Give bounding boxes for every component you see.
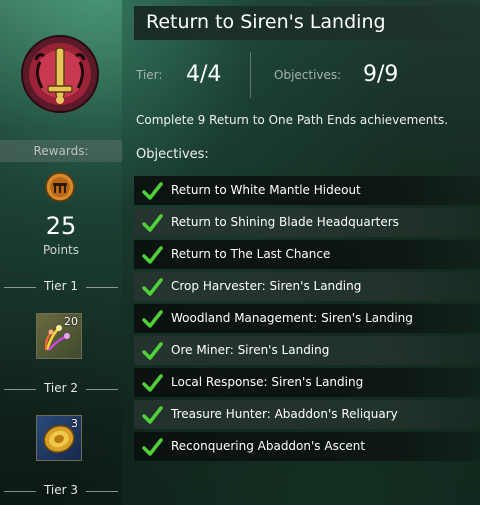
objectives-stat-label: Objectives: xyxy=(274,68,342,82)
objective-label: Local Response: Siren's Landing xyxy=(171,375,364,389)
objective-row: Crop Harvester: Siren's Landing xyxy=(134,272,480,301)
tier-3-label: Tier 3 xyxy=(0,483,122,497)
objective-label: Ore Miner: Siren's Landing xyxy=(171,343,330,357)
objective-row: Return to Shining Blade Headquarters xyxy=(134,208,480,237)
objective-label: Reconquering Abaddon's Ascent xyxy=(171,439,366,453)
achievement-description: Complete 9 Return to One Path Ends achie… xyxy=(136,113,449,127)
tier-2-reward[interactable]: 3 xyxy=(36,415,82,461)
tier-1-reward[interactable]: 20 xyxy=(36,313,82,359)
objective-row: Reconquering Abaddon's Ascent xyxy=(134,432,480,461)
checkmark-icon xyxy=(142,310,163,328)
objective-row: Local Response: Siren's Landing xyxy=(134,368,480,397)
objectives-list: Return to White Mantle Hideout Return to… xyxy=(134,176,480,464)
rewards-column: Rewards: 25 Points Tier 1 20 Tier 2 3 Ti… xyxy=(0,0,122,505)
tier-2-label: Tier 2 xyxy=(0,381,122,395)
points-label: Points xyxy=(42,243,80,257)
objective-row: Woodland Management: Siren's Landing xyxy=(134,304,480,333)
objective-label: Return to Shining Blade Headquarters xyxy=(171,215,399,229)
checkmark-icon xyxy=(142,214,163,232)
tier-3-text: Tier 3 xyxy=(43,483,79,497)
tier-stat-label: Tier: xyxy=(136,68,163,82)
checkmark-icon xyxy=(142,406,163,424)
tier-2-text: Tier 2 xyxy=(43,381,79,395)
objective-row: Return to White Mantle Hideout xyxy=(134,176,480,205)
checkmark-icon xyxy=(142,182,163,200)
tier-1-label: Tier 1 xyxy=(0,279,122,293)
objective-label: Crop Harvester: Siren's Landing xyxy=(171,279,362,293)
points-value: 25 xyxy=(45,212,77,240)
achievement-title: Return to Siren's Landing xyxy=(146,11,386,33)
objective-label: Return to The Last Chance xyxy=(171,247,331,261)
tier-2-reward-count: 3 xyxy=(71,417,78,430)
checkmark-icon xyxy=(142,374,163,392)
objective-label: Treasure Hunter: Abaddon's Reliquary xyxy=(171,407,398,421)
achievement-points-icon xyxy=(45,172,75,202)
tier-1-reward-count: 20 xyxy=(64,315,78,328)
checkmark-icon xyxy=(142,438,163,456)
rewards-label: Rewards: xyxy=(0,140,122,162)
objective-row: Ore Miner: Siren's Landing xyxy=(134,336,480,365)
checkmark-icon xyxy=(142,342,163,360)
objective-row: Return to The Last Chance xyxy=(134,240,480,269)
objectives-heading: Objectives: xyxy=(136,147,209,162)
title-bar: Return to Siren's Landing xyxy=(134,6,480,40)
achievement-emblem-icon xyxy=(21,35,99,113)
tier-stat-value: 4/4 xyxy=(186,62,222,87)
objective-label: Woodland Management: Siren's Landing xyxy=(171,311,413,325)
tier-1-text: Tier 1 xyxy=(43,279,79,293)
objective-label: Return to White Mantle Hideout xyxy=(171,183,361,197)
checkmark-icon xyxy=(142,246,163,264)
objective-row: Treasure Hunter: Abaddon's Reliquary xyxy=(134,400,480,429)
objectives-stat-value: 9/9 xyxy=(363,62,399,87)
stat-divider xyxy=(250,52,251,98)
checkmark-icon xyxy=(142,278,163,296)
